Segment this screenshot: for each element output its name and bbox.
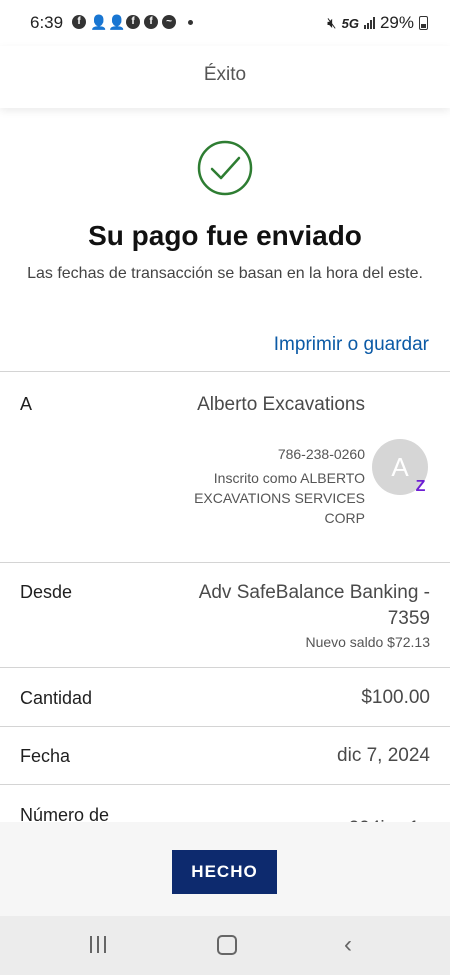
divider bbox=[0, 371, 450, 372]
row-divider bbox=[0, 784, 450, 785]
recipient-enrolled-name: Inscrito como ALBERTO EXCAVATIONS SERVIC… bbox=[194, 470, 365, 526]
signal-icon bbox=[363, 17, 375, 29]
recipient-phone: 786-238-0260 bbox=[277, 446, 365, 462]
from-label: Desde bbox=[20, 582, 73, 602]
amount-label: Cantidad bbox=[20, 688, 93, 708]
date-value: dic 7, 2024 bbox=[337, 745, 430, 766]
status-right: 🔇︎ 5G 29% bbox=[327, 13, 428, 33]
app-header: Éxito bbox=[0, 46, 450, 108]
recent-apps-icon[interactable] bbox=[90, 936, 106, 953]
status-bar: 6:39 f 👤 👤 f f ~ 🔇︎ 5G 29% bbox=[0, 0, 450, 46]
battery-icon bbox=[419, 16, 428, 30]
person-add-icon: 👤 bbox=[108, 14, 126, 30]
amount-value: $100.00 bbox=[361, 687, 430, 708]
notification-icons: f 👤 👤 f f ~ bbox=[72, 15, 193, 29]
page-title: Éxito bbox=[203, 64, 247, 85]
person-add-icon: 👤 bbox=[90, 14, 108, 30]
home-icon[interactable] bbox=[217, 935, 237, 955]
status-time: 6:39 bbox=[30, 13, 64, 32]
new-balance: Nuevo saldo $72.13 bbox=[305, 634, 430, 650]
facebook-icon: f bbox=[126, 15, 140, 29]
success-check-icon bbox=[197, 140, 253, 196]
back-icon[interactable]: ‹ bbox=[344, 931, 352, 959]
battery-percent: 29% bbox=[379, 13, 414, 32]
more-notifications-dot bbox=[188, 19, 193, 25]
done-button[interactable]: HECHO bbox=[172, 850, 277, 894]
recipient-name: Alberto Excavations bbox=[197, 394, 365, 415]
date-label: Fecha bbox=[20, 746, 71, 766]
facebook-icon: f bbox=[144, 15, 158, 29]
bottom-action-panel: HECHO bbox=[0, 822, 450, 916]
from-account: Adv SafeBalance Banking - 7359 bbox=[198, 582, 430, 629]
zelle-icon: Z bbox=[415, 478, 426, 495]
row-divider bbox=[0, 726, 450, 727]
network-indicator: 5G bbox=[341, 15, 359, 31]
messenger-icon: ~ bbox=[162, 15, 176, 29]
facebook-icon: f bbox=[72, 15, 86, 29]
row-divider bbox=[0, 562, 450, 563]
mute-icon: 🔇︎ bbox=[327, 14, 337, 32]
to-label: A bbox=[20, 394, 33, 414]
row-divider bbox=[0, 667, 450, 668]
success-subtitle: Las fechas de transacción se basan en la… bbox=[27, 265, 423, 282]
print-or-save-link[interactable]: Imprimir o guardar bbox=[274, 334, 429, 356]
system-nav-bar: ‹ bbox=[0, 916, 450, 975]
success-title: Su pago fue enviado bbox=[88, 220, 362, 251]
